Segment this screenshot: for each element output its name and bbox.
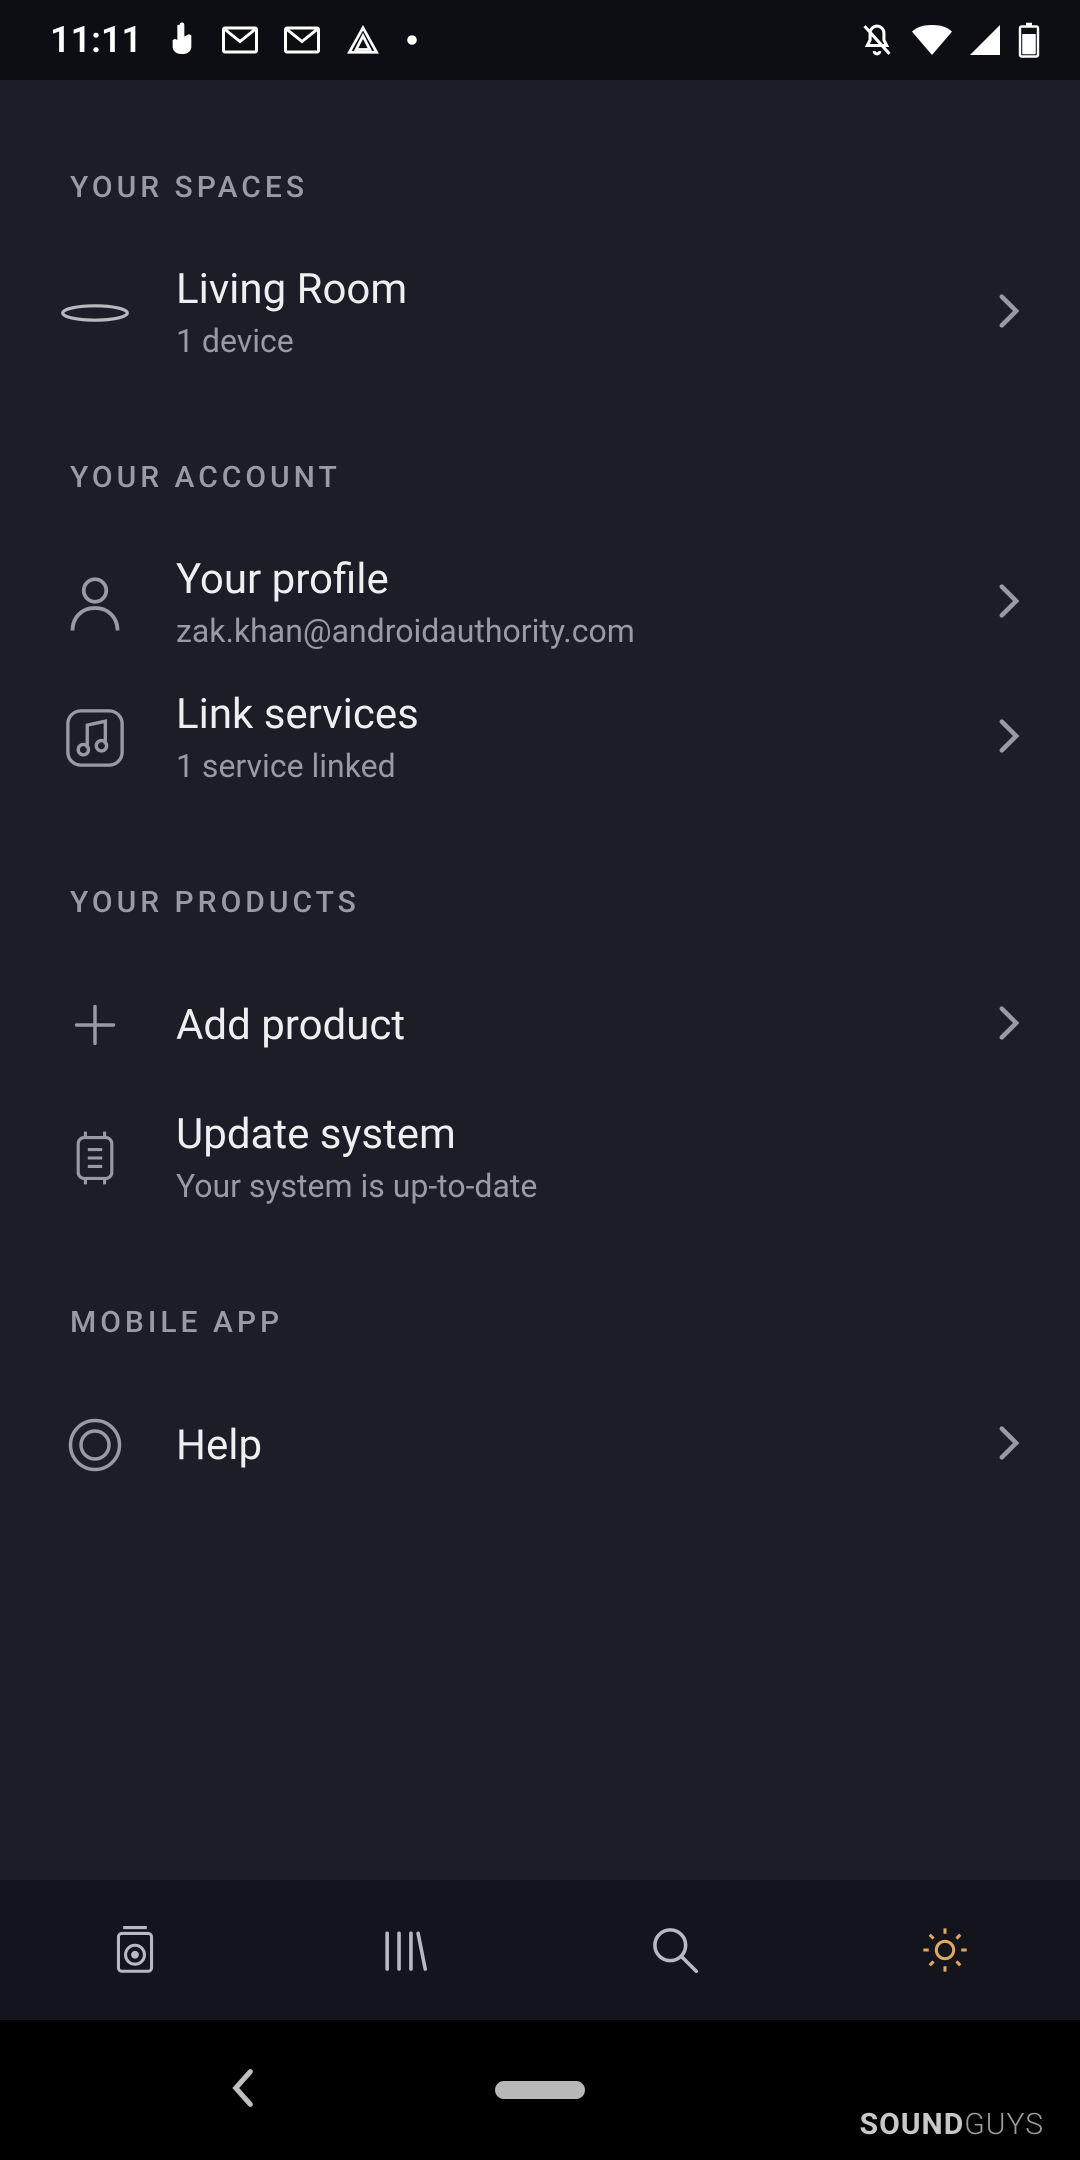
section-header-mobile: Mobile App — [0, 1305, 1080, 1340]
speaker-device-icon — [60, 278, 130, 348]
lifebuoy-icon — [60, 1410, 130, 1480]
space-title: Living Room — [176, 265, 952, 314]
chip-icon — [60, 1123, 130, 1193]
update-system[interactable]: Update system Your system is up-to-date — [0, 1090, 1080, 1225]
watermark: SOUNDGUYS — [860, 2107, 1044, 2142]
help-title: Help — [176, 1421, 952, 1470]
battery-icon — [1018, 22, 1040, 58]
help[interactable]: Help — [0, 1380, 1080, 1510]
nav-back-button[interactable] — [230, 2068, 256, 2112]
your-profile[interactable]: Your profile zak.khan@androidauthority.c… — [0, 535, 1080, 670]
signal-icon — [970, 25, 1000, 55]
chevron-right-icon — [998, 718, 1020, 758]
nav-home-pill[interactable] — [495, 2081, 585, 2099]
chevron-right-icon — [998, 1425, 1020, 1465]
update-system-title: Update system — [176, 1110, 1020, 1159]
bottom-tab-bar — [0, 1880, 1080, 2020]
music-icon — [60, 703, 130, 773]
section-header-products: Your Products — [0, 885, 1080, 920]
link-services-sub: 1 service linked — [176, 747, 952, 785]
chevron-right-icon — [998, 583, 1020, 623]
touch-icon — [168, 22, 196, 58]
wifi-icon — [912, 25, 952, 55]
section-header-account: Your Account — [0, 460, 1080, 495]
drive-icon — [346, 25, 380, 55]
profile-title: Your profile — [176, 555, 952, 604]
tab-settings[interactable] — [810, 1880, 1080, 2020]
profile-email: zak.khan@androidauthority.com — [176, 612, 952, 650]
space-living-room[interactable]: Living Room 1 device — [0, 245, 1080, 380]
update-system-sub: Your system is up-to-date — [176, 1167, 1020, 1205]
chevron-right-icon — [998, 293, 1020, 333]
link-services[interactable]: Link services 1 service linked — [0, 670, 1080, 805]
section-header-spaces: Your Spaces — [0, 170, 1080, 205]
notification-dot-icon — [406, 34, 418, 46]
status-time: 11:11 — [50, 19, 142, 61]
settings-content: Your Spaces Living Room 1 device Your Ac… — [0, 80, 1080, 1880]
mute-icon — [860, 22, 894, 58]
system-navigation-bar: SOUNDGUYS — [0, 2020, 1080, 2160]
add-product[interactable]: Add product — [0, 960, 1080, 1090]
person-icon — [60, 568, 130, 638]
add-product-title: Add product — [176, 1001, 952, 1050]
gmail-icon — [222, 26, 258, 54]
plus-icon — [60, 990, 130, 1060]
gmail-icon-2 — [284, 26, 320, 54]
status-bar: 11:11 — [0, 0, 1080, 80]
tab-search[interactable] — [540, 1880, 810, 2020]
space-subtitle: 1 device — [176, 322, 952, 360]
tab-library[interactable] — [270, 1880, 540, 2020]
link-services-title: Link services — [176, 690, 952, 739]
tab-player[interactable] — [0, 1880, 270, 2020]
chevron-right-icon — [998, 1005, 1020, 1045]
